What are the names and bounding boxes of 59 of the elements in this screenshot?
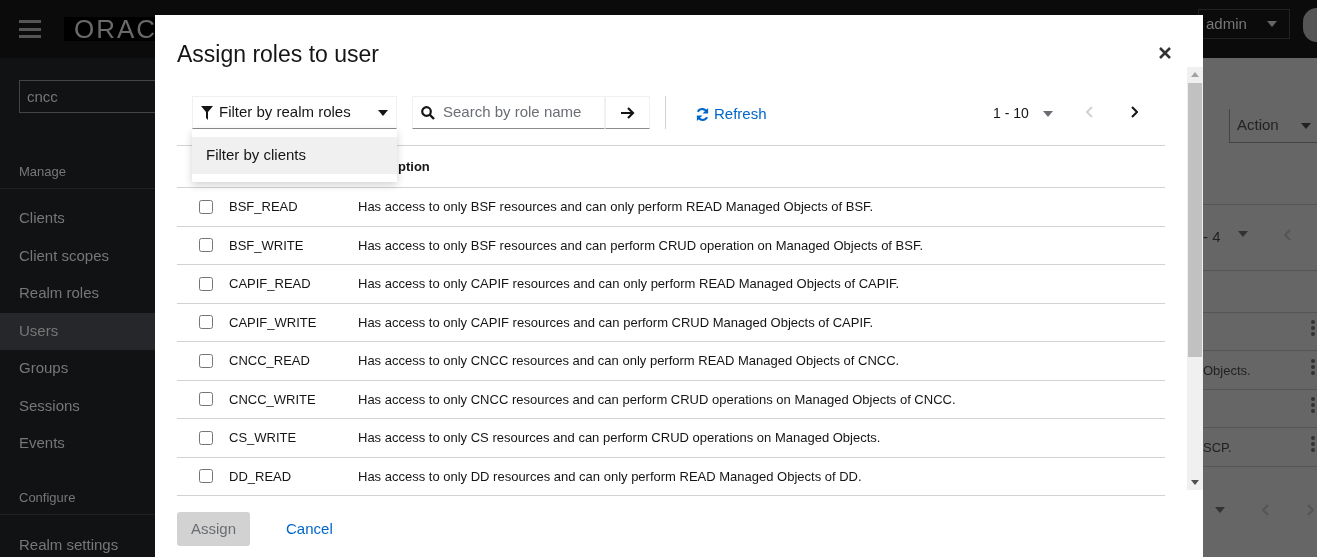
caret-icon	[1267, 21, 1277, 27]
pagination-dropdown[interactable]: 1 - 10	[993, 103, 1053, 124]
scroll-up-icon[interactable]	[1191, 72, 1199, 77]
search-field[interactable]: Search by role name	[443, 101, 593, 124]
role-description: Has access to only CAPIF resources and can perform CRUD Managed Objects of CAPIF.	[358, 313, 874, 332]
row-checkbox[interactable]	[199, 315, 213, 330]
close-icon[interactable]	[1159, 46, 1173, 60]
menu-item[interactable]: Filter by clients	[192, 137, 397, 174]
filter-icon	[201, 105, 213, 120]
role-name: CNCC_READ	[229, 352, 311, 370]
dialog-title: Assign roles to user	[177, 40, 379, 69]
chevron-right-icon[interactable]	[1130, 106, 1138, 118]
row-checkbox[interactable]	[199, 469, 213, 484]
scroll-down-icon[interactable]	[1191, 480, 1199, 485]
row-checkbox[interactable]	[199, 353, 213, 368]
role-name: CAPIF_WRITE	[229, 313, 318, 332]
table-cell-text: SCP.	[1203, 438, 1232, 457]
role-description: Has access to only CAPIF resources and can only perform READ Managed Objects of CAPIF.	[358, 275, 900, 293]
refresh-icon	[695, 106, 710, 122]
row-checkbox[interactable]	[199, 276, 213, 291]
pagination-range: - 4	[1203, 227, 1221, 247]
table-cell-text: Objects.	[1203, 361, 1251, 380]
filter-dropdown[interactable]: Filter by realm roles	[192, 96, 397, 129]
role-description: Has access to only CNCC resources and can perform CRUD operations on Managed Objects of CNCC.	[358, 390, 956, 409]
refresh-button[interactable]: Refresh	[695, 103, 767, 126]
cancel-button[interactable]: Cancel	[272, 512, 347, 546]
scrollbar[interactable]	[1187, 67, 1203, 490]
row-checkbox[interactable]	[199, 430, 213, 445]
role-description: Has access to only BSF resources and can only perform READ Managed Objects of BSF.	[358, 198, 874, 216]
search-icon	[421, 105, 435, 120]
row-checkbox[interactable]	[199, 392, 213, 407]
menu-icon[interactable]	[19, 20, 41, 38]
nav-item[interactable]: Users	[0, 312, 155, 350]
section-heading: Configure	[19, 488, 76, 507]
action-dropdown[interactable]: Action	[1229, 109, 1317, 143]
search-box[interactable]: Search by role name	[412, 96, 605, 129]
row-checkbox[interactable]	[199, 238, 213, 253]
role-description: Has access to only DD resources and can only perform READ Managed Objects of DD.	[358, 467, 862, 486]
role-name: BSF_READ	[229, 198, 299, 216]
kebab-icon[interactable]	[1311, 358, 1315, 375]
caret-icon	[1042, 110, 1053, 117]
kebab-icon[interactable]	[1311, 320, 1315, 336]
arrow-right-icon[interactable]	[605, 96, 650, 129]
kebab-icon[interactable]	[1311, 397, 1315, 413]
kebab-icon[interactable]	[1311, 435, 1315, 452]
role-description: Has access to only CNCC resources and can only perform READ Managed Objects of CNCC.	[358, 352, 900, 370]
role-description: Has access to only CS resources and can perform CRUD operations on Managed Objects.	[358, 429, 881, 447]
avatar-icon[interactable]	[1303, 8, 1317, 42]
section-heading: Manage	[19, 163, 66, 181]
caret-icon	[378, 109, 388, 116]
caret-icon	[1300, 122, 1311, 129]
role-description: Has access to only BSF resources and can perform CRUD operation on Managed Objects of BSF.	[358, 236, 924, 255]
role-name: DD_READ	[229, 467, 293, 486]
row-checkbox[interactable]	[199, 199, 213, 214]
role-name: BSF_WRITE	[229, 236, 305, 255]
role-name: CS_WRITE	[229, 429, 298, 447]
column-header: ption	[397, 157, 430, 176]
role-name: CAPIF_READ	[229, 275, 312, 293]
role-name: CNCC_WRITE	[229, 390, 317, 409]
